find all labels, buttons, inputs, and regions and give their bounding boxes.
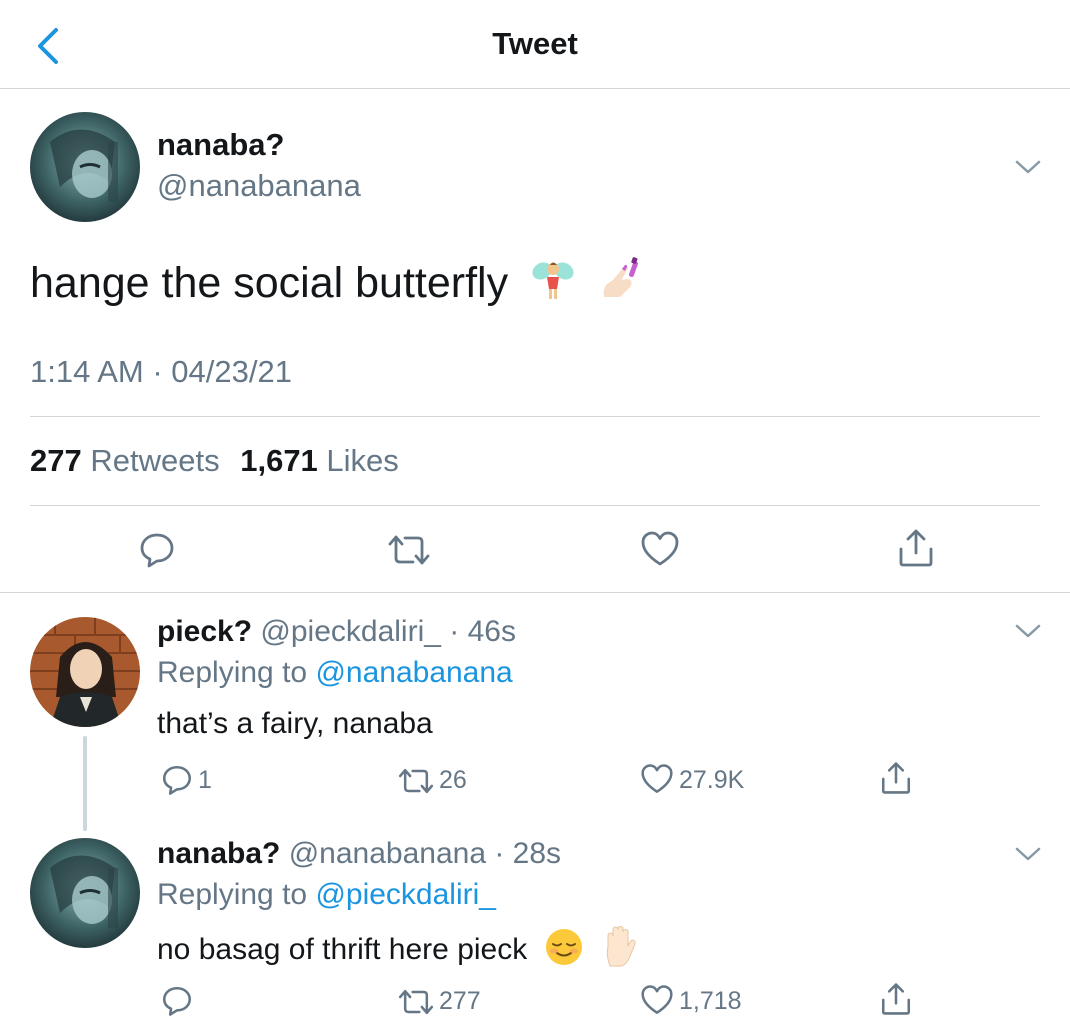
share-button[interactable]: [896, 527, 936, 569]
top-navigation-bar: Tweet: [0, 0, 1070, 89]
likes-count[interactable]: 1,671: [240, 443, 318, 478]
avatar[interactable]: [30, 617, 140, 727]
share-icon: [881, 983, 911, 1015]
reply-author-name[interactable]: pieck?: [157, 615, 252, 648]
reply-count: 1: [198, 766, 212, 794]
tweet-timestamp: 1:14 AM · 04/23/21: [30, 354, 292, 389]
author-name[interactable]: nanaba?: [157, 127, 284, 163]
replying-to: Replying to @pieckdaliri_: [157, 878, 496, 912]
retweet-icon: [398, 989, 434, 1015]
divider: [30, 416, 1040, 417]
tweet-text: hange the social butterfly: [30, 257, 644, 314]
retweet-button[interactable]: [396, 766, 436, 796]
reply-author-handle[interactable]: @pieckdaliri_: [260, 615, 441, 648]
retweet-count: 26: [439, 766, 467, 794]
heart-icon: [641, 764, 673, 793]
relieved-face-emoji: [544, 927, 584, 975]
share-button[interactable]: [879, 981, 913, 1017]
heart-icon: [641, 531, 679, 566]
reply-time: · 28s: [494, 837, 562, 870]
divider: [30, 505, 1040, 506]
share-icon: [899, 529, 933, 567]
author-handle[interactable]: @nanabanana: [157, 168, 361, 204]
reply-text: no basag of thrift here pieck: [157, 925, 640, 976]
divider: [0, 592, 1070, 593]
retweet-icon: [398, 768, 434, 794]
like-button[interactable]: [640, 763, 674, 795]
retweets-label[interactable]: Retweets: [90, 443, 219, 478]
retweet-button[interactable]: [386, 532, 432, 568]
share-icon: [881, 762, 911, 794]
reply-icon: [140, 533, 174, 568]
chevron-down-icon[interactable]: [1014, 622, 1042, 640]
reply-header: pieck? @pieckdaliri_ · 46s: [157, 615, 516, 649]
chevron-down-icon[interactable]: [1014, 845, 1042, 863]
thread-connector: [83, 736, 87, 831]
tweet-stats: 277 Retweets 1,671 Likes: [30, 443, 411, 479]
reply-button[interactable]: [160, 763, 194, 797]
avatar[interactable]: [30, 838, 140, 948]
retweet-count: 277: [439, 987, 481, 1015]
replying-to: Replying to @nanabanana: [157, 656, 513, 690]
reply-header: nanaba? @nanabanana · 28s: [157, 837, 561, 871]
reply-text-content: no basag of thrift here pieck: [157, 932, 528, 966]
reply-icon: [162, 986, 192, 1016]
raised-hand-emoji: [600, 925, 640, 976]
heart-icon: [641, 985, 673, 1014]
nail-polish-emoji: [598, 257, 644, 314]
reply-button[interactable]: [137, 530, 177, 570]
like-button[interactable]: [640, 984, 674, 1016]
reply-time: · 46s: [449, 615, 516, 648]
chevron-down-icon[interactable]: [1014, 158, 1042, 176]
fairy-emoji: [530, 257, 576, 314]
reply-text: that’s a fairy, nanaba: [157, 707, 433, 740]
reply-icon: [162, 765, 192, 795]
replying-to-label: Replying to: [157, 878, 308, 911]
replying-to-label: Replying to: [157, 656, 308, 689]
avatar[interactable]: [30, 112, 140, 222]
reply-author-handle[interactable]: @nanabanana: [289, 837, 486, 870]
share-button[interactable]: [879, 760, 913, 796]
likes-label[interactable]: Likes: [326, 443, 398, 478]
like-count: 27.9K: [679, 766, 745, 794]
tweet-text-content: hange the social butterfly: [30, 258, 509, 307]
replying-to-link[interactable]: @nanabanana: [315, 656, 512, 689]
retweet-button[interactable]: [396, 987, 436, 1017]
retweet-icon: [388, 535, 430, 565]
retweets-count[interactable]: 277: [30, 443, 82, 478]
reply-author-name[interactable]: nanaba?: [157, 837, 280, 870]
reply-button[interactable]: [160, 984, 194, 1018]
like-button[interactable]: [640, 530, 680, 568]
page-title: Tweet: [492, 26, 578, 61]
like-count: 1,718: [679, 987, 742, 1015]
replying-to-link[interactable]: @pieckdaliri_: [315, 878, 496, 911]
